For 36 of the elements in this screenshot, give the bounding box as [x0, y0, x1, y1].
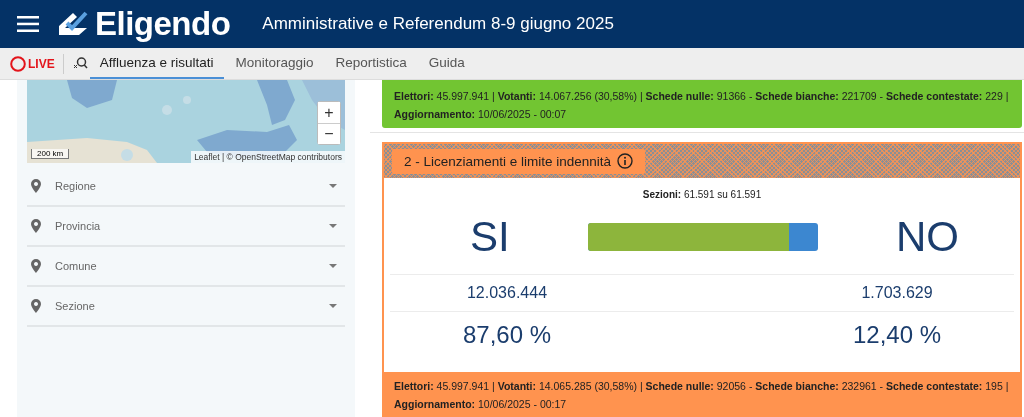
- yes-label: SI: [470, 213, 510, 261]
- location-pin-icon: [31, 299, 41, 313]
- menu-icon[interactable]: [17, 16, 39, 32]
- yes-votes: 12.036.444: [465, 283, 549, 303]
- info-icon[interactable]: [617, 153, 634, 169]
- filter-dropdown[interactable]: Regione: [27, 167, 345, 207]
- stats-text: Elettori: 45.997.941 | Votanti: 14.065.285 (30,58%) | Schede nulle: 92056 - Schede bianche: 232961 - Schede contestate: 195 |: [394, 379, 1010, 394]
- update-text: Aggiornamento: 10/06/2025 - 00:07: [394, 107, 568, 122]
- location-pin-icon: [31, 259, 41, 273]
- filter-dropdown[interactable]: Provincia: [27, 207, 345, 247]
- no-label: NO: [896, 213, 959, 261]
- sections-text: Sezioni: 61.591 su 61.591: [641, 189, 763, 200]
- map-scale: 200 km: [31, 149, 70, 159]
- filter-dropdown[interactable]: Sezione: [27, 287, 345, 327]
- caret-icon: [329, 183, 337, 189]
- update-text: Aggiornamento: 10/06/2025 - 00:17: [394, 397, 568, 412]
- logo-text[interactable]: Eligendo: [95, 5, 231, 43]
- live-label[interactable]: LIVE: [28, 56, 55, 71]
- live-circle-icon: [10, 55, 26, 72]
- page-title: Amministrative e Referendum 8-9 giugno 2025: [262, 14, 614, 34]
- filter-dropdown[interactable]: Comune: [27, 247, 345, 287]
- nav-tab[interactable]: Guida: [418, 48, 475, 79]
- question-title: 2 - Licenziamenti e limite indennità: [392, 148, 646, 174]
- location-pin-icon: [31, 219, 41, 233]
- nav-tab[interactable]: Monitoraggio: [225, 48, 324, 79]
- stats-text: Elettori: 45.997.941 | Votanti: 14.067.256 (30,58%) | Schede nulle: 91366 - Schede bianche: 221709 - Schede contestate: 229 |: [394, 89, 1010, 104]
- caret-icon: [329, 263, 337, 269]
- no-votes: 1.703.629: [860, 283, 934, 303]
- no-percent: 12,40 %: [851, 320, 943, 350]
- caret-icon: [329, 303, 337, 309]
- yes-percent: 87,60 %: [461, 320, 553, 350]
- zoom-out-button[interactable]: −: [318, 123, 340, 144]
- location-pin-icon: [31, 179, 41, 193]
- nav-tab[interactable]: Reportistica: [325, 48, 417, 79]
- map-attribution: Leaflet | © OpenStreetMap contributors: [191, 151, 345, 163]
- caret-icon: [329, 223, 337, 229]
